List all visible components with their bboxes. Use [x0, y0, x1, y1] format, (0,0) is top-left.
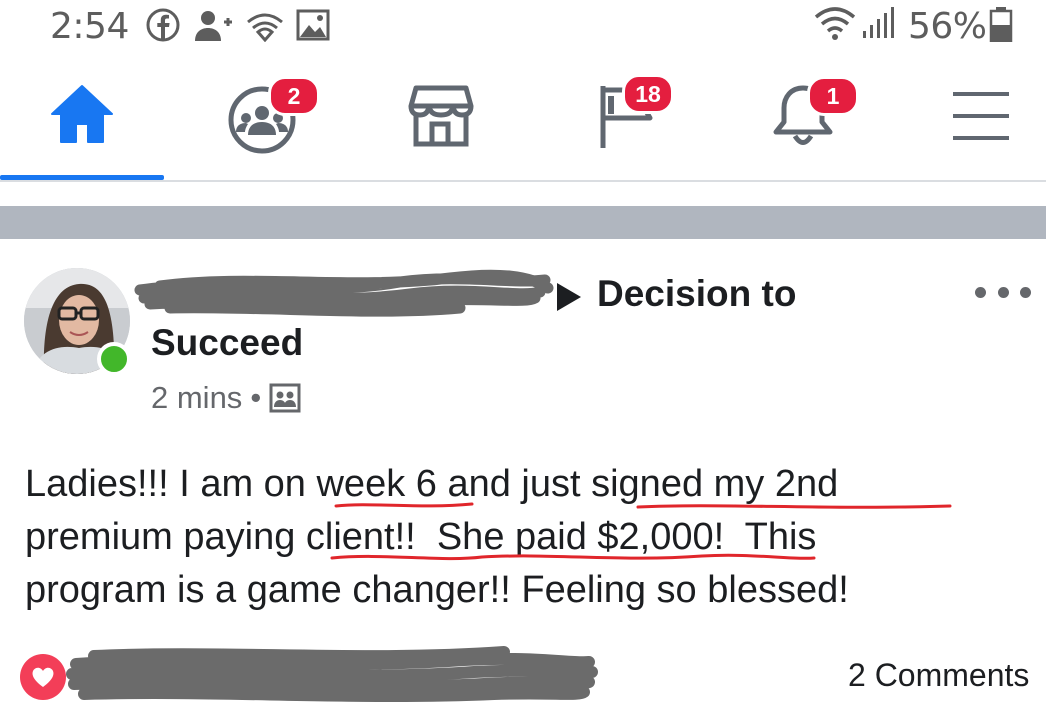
post-options-button[interactable] [975, 272, 1031, 312]
feed-divider [0, 206, 1046, 239]
marketplace-icon [408, 85, 474, 147]
post-text-line: program is a game changer!! Feeling so b… [25, 569, 849, 611]
online-status-dot [97, 342, 131, 376]
post-text-line: premium paying client!! She paid $2,000!… [25, 516, 817, 558]
nav-active-indicator [0, 175, 164, 180]
wifi-icon [814, 7, 856, 40]
facebook-icon [146, 8, 180, 42]
notifications-badge: 1 [807, 76, 859, 116]
nav-pages-tab[interactable]: 18 [540, 58, 704, 180]
nav-marketplace-tab[interactable] [360, 58, 524, 180]
nav-groups-tab[interactable]: 2 [182, 58, 346, 180]
home-icon [51, 85, 113, 143]
post-meta: 2 mins • [151, 380, 301, 416]
signal-icon [863, 7, 894, 38]
battery-icon [989, 7, 1013, 42]
screen: 2:54 56% 2 18 1 Decision to Succeed 2 mi… [0, 0, 1046, 707]
meta-separator: • [250, 380, 262, 415]
love-reaction-icon[interactable] [20, 654, 66, 700]
more-dot-3 [1020, 286, 1031, 298]
redacted-author-name [134, 269, 554, 317]
image-icon [296, 9, 330, 41]
groups-badge: 2 [268, 76, 320, 116]
heart-icon [32, 667, 54, 687]
group-name[interactable]: Decision to [597, 273, 796, 315]
battery-percentage: 56% [908, 6, 987, 47]
comments-count-link[interactable]: 2 Comments [848, 657, 1029, 694]
add-friend-icon [195, 11, 232, 41]
post-timestamp[interactable]: 2 mins [151, 380, 242, 416]
group-audience-icon [269, 383, 301, 413]
more-dot-1 [975, 286, 986, 298]
pages-badge: 18 [622, 74, 674, 114]
nav-menu-tab[interactable] [900, 58, 1046, 180]
post-text-line: Ladies!!! I am on week 6 and just signed… [25, 463, 839, 505]
top-nav-bar: 2 18 1 [0, 58, 1046, 182]
status-bar: 2:54 56% [0, 0, 1046, 58]
nav-home-tab[interactable] [0, 58, 164, 180]
redacted-reactor-names [66, 646, 598, 702]
shared-to-arrow-icon [557, 283, 581, 311]
status-time: 2:54 [50, 6, 129, 47]
wifi-hotspot-icon [247, 13, 283, 42]
more-dot-2 [997, 286, 1009, 298]
nav-notifications-tab[interactable]: 1 [720, 58, 884, 180]
menu-icon [953, 92, 1009, 140]
post-text: Ladies!!! I am on week 6 and just signed… [25, 458, 1025, 617]
group-name-continued[interactable]: Succeed [151, 322, 303, 364]
